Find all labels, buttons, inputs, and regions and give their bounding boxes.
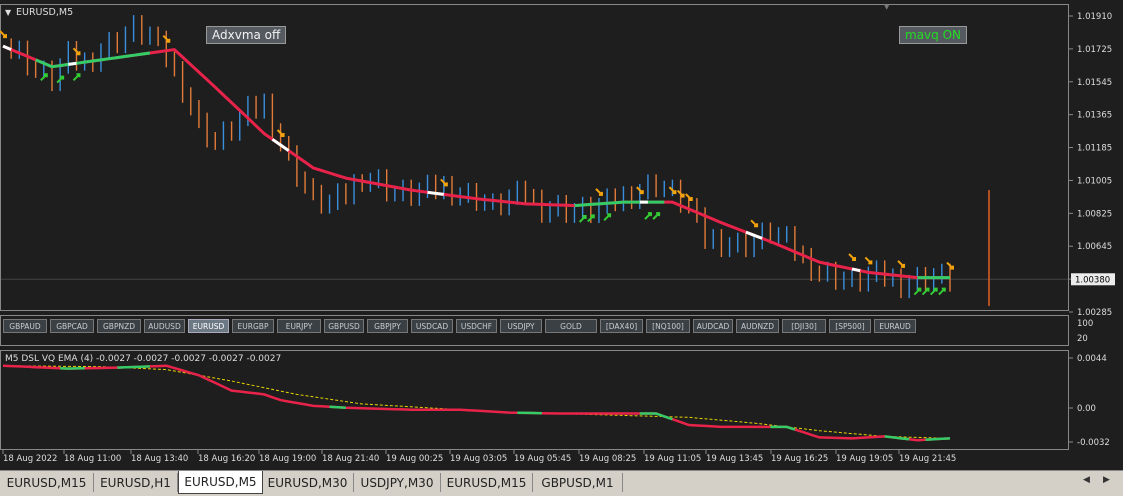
symbol-button-gbpcad[interactable]: GBPCAD (50, 319, 94, 333)
symbol-button-audnzd[interactable]: AUDNZD (736, 319, 779, 333)
ma-line-flat-segment (68, 63, 76, 64)
time-tick-label: 19 Aug 16:25 (771, 454, 828, 464)
indicator-dsl-up-segment (330, 407, 346, 408)
ma-line-flat-segment (428, 192, 444, 194)
indicator-tick-label: 0.00 (1077, 404, 1096, 414)
symbol-button-gold[interactable]: GOLD (545, 319, 597, 333)
chart-tab-gbpusd-m1[interactable]: GBPUSD,M1 (533, 473, 623, 492)
chart-tab-eurusd-m15[interactable]: EURUSD,M15 (0, 473, 94, 492)
time-tick-label: 18 Aug 16:20 (198, 454, 255, 464)
symbol-button-usdchf[interactable]: USDCHF (456, 319, 497, 333)
price-tick-label: 1.01365 (1077, 111, 1112, 121)
time-tick-label: 19 Aug 03:05 (450, 454, 507, 464)
triangle-down-icon[interactable]: ▼ (5, 8, 12, 17)
chart-tab-usdjpy-m30[interactable]: USDJPY,M30 (354, 473, 441, 492)
symbol-button-eurgbp[interactable]: EURGBP (232, 319, 274, 333)
price-tick-label: 1.01910 (1077, 12, 1112, 22)
time-tick-label: 19 Aug 19:05 (836, 454, 893, 464)
indicator-dsl-up-segment (117, 366, 150, 367)
current-price-label: 1.00380 (1075, 275, 1110, 285)
symbol-button-dax40[interactable]: [DAX40] (600, 319, 643, 333)
chart-background (0, 0, 1123, 470)
price-tick-label: 1.01725 (1077, 45, 1112, 55)
price-tick-label: 1.00285 (1077, 308, 1112, 318)
chart-tab-eurusd-h1[interactable]: EURUSD,H1 (94, 473, 178, 492)
price-tick-label: 1.00825 (1077, 209, 1112, 219)
symbol-button-gbpjpy[interactable]: GBPJPY (367, 319, 408, 333)
time-tick-label: 19 Aug 21:45 (899, 454, 956, 464)
indicator-tick-label: 0.0044 (1077, 354, 1107, 364)
indicator-tick-label: -0.0032 (1077, 438, 1110, 448)
time-tick-label: 19 Aug 11:05 (644, 454, 701, 464)
shift-marker-icon[interactable]: ▼ (884, 3, 890, 11)
time-tick-label: 18 Aug 19:00 (259, 454, 316, 464)
mid-panel-tick-label: 100 (1077, 319, 1093, 329)
price-tick-label: 1.01185 (1077, 144, 1112, 154)
triangle-right-icon[interactable]: ▶ (1103, 475, 1110, 485)
time-tick-label: 19 Aug 05:45 (514, 454, 571, 464)
chart-tab-eurusd-m15[interactable]: EURUSD,M15 (441, 473, 533, 492)
indicator-label: M5 DSL VQ EMA (4) -0.0027 -0.0027 -0.002… (5, 354, 281, 364)
price-tick-label: 1.00645 (1077, 242, 1112, 252)
chart-tab-bar: ◀ ▶ EURUSD,M15EURUSD,H1EURUSD,M5EURUSD,M… (0, 470, 1123, 496)
symbol-button-dji30[interactable]: [DJI30] (782, 319, 826, 333)
time-tick-label: 19 Aug 08:25 (579, 454, 636, 464)
symbol-button-bar: GBPAUDGBPCADGBPNZDAUDUSDEURUSDEURGBPEURJ… (3, 319, 916, 335)
symbol-button-nq100[interactable]: [NQ100] (646, 319, 690, 333)
symbol-button-eurusd[interactable]: EURUSD (188, 319, 229, 333)
symbol-button-audcad[interactable]: AUDCAD (693, 319, 733, 333)
indicator-dsl-up-segment (926, 438, 951, 439)
time-tick-label: 18 Aug 13:40 (131, 454, 188, 464)
adxvma-toggle-button[interactable]: Adxvma off (206, 26, 286, 44)
symbol-button-sp500[interactable]: [SP500] (829, 319, 871, 333)
symbol-button-gbpusd[interactable]: GBPUSD (324, 319, 364, 333)
time-tick-label: 19 Aug 13:45 (706, 454, 763, 464)
price-tick-label: 1.01545 (1077, 78, 1112, 88)
indicator-dsl-up-segment (517, 413, 542, 414)
symbol-button-gbpaud[interactable]: GBPAUD (3, 319, 47, 333)
chart-tab-eurusd-m5[interactable]: EURUSD,M5 (178, 471, 263, 494)
symbol-button-gbpnzd[interactable]: GBPNZD (97, 319, 141, 333)
symbol-button-eurjpy[interactable]: EURJPY (277, 319, 321, 333)
mid-panel-tick-label: 20 (1077, 334, 1088, 344)
chart-window[interactable]: 1.01910 1.01725 1.01545 1.01365 1.01185 1.010… (0, 0, 1123, 495)
symbol-button-audusd[interactable]: AUDUSD (144, 319, 185, 333)
time-tick-label: 19 Aug 00:25 (386, 454, 443, 464)
chart-tab-eurusd-m30[interactable]: EURUSD,M30 (262, 473, 354, 492)
symbol-button-usdjpy[interactable]: USDJPY (500, 319, 542, 333)
time-tick-label: 18 Aug 11:00 (64, 454, 121, 464)
mavq-toggle-button[interactable]: mavq ON (899, 26, 967, 44)
triangle-left-icon[interactable]: ◀ (1083, 475, 1090, 485)
ma-line-flat-segment (852, 269, 860, 271)
chart-title: EURUSD,M5 (16, 7, 73, 18)
time-tick-label: 18 Aug 2022 (3, 454, 57, 464)
price-tick-label: 1.01005 (1077, 176, 1112, 186)
time-tick-label: 18 Aug 21:40 (322, 454, 379, 464)
symbol-button-usdcad[interactable]: USDCAD (411, 319, 453, 333)
symbol-button-euraud[interactable]: EURAUD (874, 319, 916, 333)
